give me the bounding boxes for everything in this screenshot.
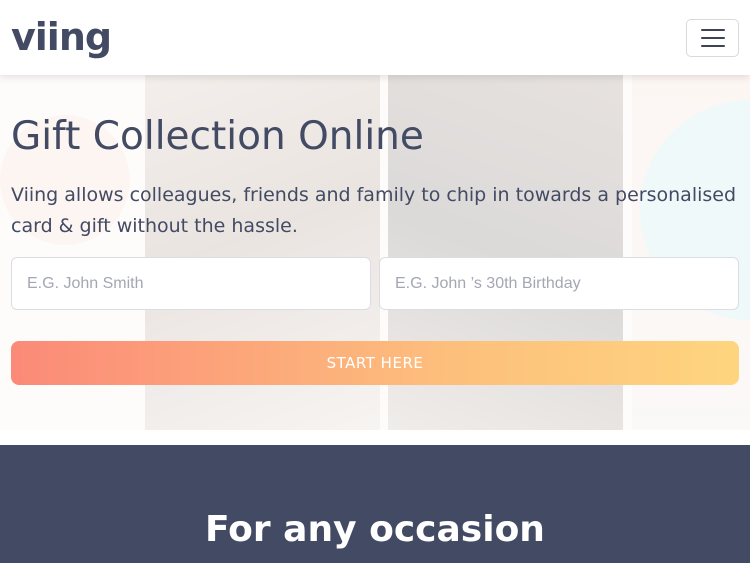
hamburger-line-icon bbox=[700, 29, 725, 31]
occasion-heading: For any occasion bbox=[205, 509, 545, 550]
occasion-input[interactable] bbox=[379, 257, 739, 310]
hero-subtitle: Viing allows colleagues, friends and fam… bbox=[11, 184, 737, 237]
page-title: Gift Collection Online bbox=[11, 114, 424, 159]
hamburger-line-icon bbox=[700, 45, 725, 47]
hamburger-line-icon bbox=[700, 37, 725, 39]
navbar: viing bbox=[0, 0, 750, 75]
viing-logo[interactable]: viing bbox=[11, 12, 112, 62]
recipient-name-input[interactable] bbox=[11, 257, 371, 310]
occasion-section: For any occasion bbox=[0, 445, 750, 563]
hamburger-menu-button[interactable] bbox=[686, 19, 739, 57]
start-here-button[interactable]: START HERE bbox=[11, 341, 739, 385]
